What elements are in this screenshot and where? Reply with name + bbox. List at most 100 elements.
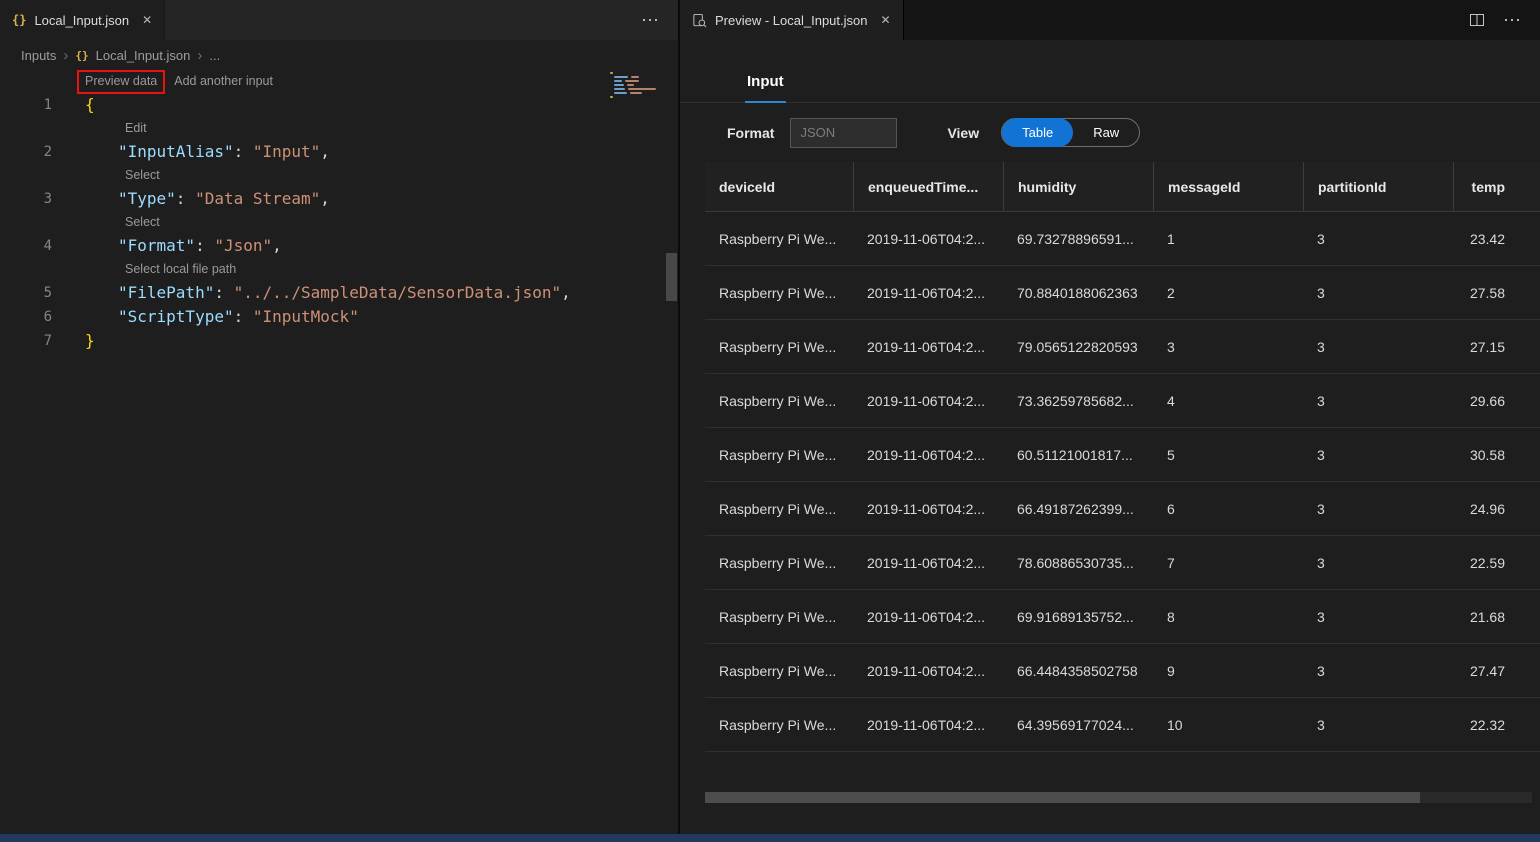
codelens-content: Select local file path bbox=[52, 258, 236, 281]
codelens-edit-link[interactable]: Edit bbox=[125, 121, 147, 135]
column-header-partitionId[interactable]: partitionId bbox=[1303, 162, 1453, 211]
left-tab-bar: {} Local_Input.json ✕ ⋯ bbox=[0, 0, 678, 40]
cell-humidity: 73.36259785682... bbox=[1003, 374, 1153, 427]
cell-messageId: 8 bbox=[1153, 590, 1303, 643]
vertical-scrollbar[interactable] bbox=[665, 70, 678, 834]
column-header-deviceId[interactable]: deviceId bbox=[705, 162, 853, 211]
cell-enqueuedTime: 2019-11-06T04:2... bbox=[853, 320, 1003, 373]
code-line[interactable]: 5 "FilePath": "../../SampleData/SensorDa… bbox=[0, 281, 678, 305]
close-icon[interactable]: ✕ bbox=[880, 13, 890, 27]
codelens-add-input-link[interactable]: Add another input bbox=[174, 74, 273, 88]
chevron-right-icon: › bbox=[63, 47, 68, 64]
minimap-mark bbox=[614, 84, 624, 86]
split-editor-icon[interactable] bbox=[1469, 12, 1485, 28]
status-bar bbox=[0, 834, 1540, 842]
cell-deviceId: Raspberry Pi We... bbox=[705, 482, 853, 535]
raw-view-button[interactable]: Raw bbox=[1073, 118, 1139, 147]
tab-local-input-json[interactable]: {} Local_Input.json ✕ bbox=[0, 0, 165, 40]
cell-partitionId: 3 bbox=[1303, 536, 1453, 589]
cell-temp: 29.66 bbox=[1453, 374, 1540, 427]
cell-temp: 23.42 bbox=[1453, 212, 1540, 265]
minimap-mark bbox=[614, 80, 622, 82]
cell-partitionId: 3 bbox=[1303, 644, 1453, 697]
breadcrumb-item-inputs[interactable]: Inputs bbox=[21, 48, 56, 63]
code-line[interactable]: 4 "Format": "Json", bbox=[0, 234, 678, 258]
column-header-enqueuedTime[interactable]: enqueuedTime... bbox=[853, 162, 1003, 211]
minimap[interactable] bbox=[606, 70, 664, 180]
code-line[interactable]: 3 "Type": "Data Stream", bbox=[0, 187, 678, 211]
table-row: Raspberry Pi We... 2019-11-06T04:2... 73… bbox=[705, 374, 1540, 428]
codelens-preview-data-link[interactable]: Preview data bbox=[85, 74, 157, 88]
view-toggle: Table Raw bbox=[1001, 118, 1140, 147]
minimap-mark bbox=[630, 92, 642, 94]
column-header-humidity[interactable]: humidity bbox=[1003, 162, 1153, 211]
code-token: : bbox=[234, 142, 253, 161]
table-row: Raspberry Pi We... 2019-11-06T04:2... 79… bbox=[705, 320, 1540, 374]
codelens-select-type-link[interactable]: Select bbox=[125, 168, 160, 182]
minimap-mark bbox=[625, 80, 639, 82]
table-view-button[interactable]: Table bbox=[1002, 118, 1073, 147]
tab-label: Local_Input.json bbox=[34, 13, 129, 28]
cell-deviceId: Raspberry Pi We... bbox=[705, 320, 853, 373]
cell-enqueuedTime: 2019-11-06T04:2... bbox=[853, 374, 1003, 427]
codelens-row: Select bbox=[0, 164, 678, 187]
json-file-icon: {} bbox=[12, 13, 26, 27]
cell-temp: 27.15 bbox=[1453, 320, 1540, 373]
code-line[interactable]: 2 "InputAlias": "Input", bbox=[0, 140, 678, 164]
code-token: : bbox=[234, 307, 253, 326]
json-file-icon: {} bbox=[75, 49, 88, 62]
minimap-mark bbox=[631, 76, 639, 78]
breadcrumb-item-file[interactable]: Local_Input.json bbox=[96, 48, 191, 63]
codelens-row: Preview data Add another input bbox=[0, 70, 678, 93]
column-header-messageId[interactable]: messageId bbox=[1153, 162, 1303, 211]
code-token: } bbox=[85, 331, 95, 350]
cell-messageId: 10 bbox=[1153, 698, 1303, 751]
cell-messageId: 1 bbox=[1153, 212, 1303, 265]
cell-partitionId: 3 bbox=[1303, 482, 1453, 535]
cell-enqueuedTime: 2019-11-06T04:2... bbox=[853, 482, 1003, 535]
preview-tab-actions: ⋯ bbox=[1469, 0, 1540, 40]
more-actions-icon[interactable]: ⋯ bbox=[1503, 10, 1522, 31]
codelens-select-format-link[interactable]: Select bbox=[125, 215, 160, 229]
chevron-right-icon: › bbox=[197, 47, 202, 64]
code-line[interactable]: 6 "ScriptType": "InputMock" bbox=[0, 305, 678, 329]
code-token: , bbox=[320, 189, 330, 208]
table-row: Raspberry Pi We... 2019-11-06T04:2... 69… bbox=[705, 212, 1540, 266]
cell-enqueuedTime: 2019-11-06T04:2... bbox=[853, 536, 1003, 589]
scrollbar-thumb[interactable] bbox=[705, 792, 1420, 803]
codelens-content: Select bbox=[52, 211, 160, 234]
column-header-temp[interactable]: temp bbox=[1453, 162, 1540, 211]
cell-temp: 24.96 bbox=[1453, 482, 1540, 535]
code-token: "ScriptType" bbox=[118, 307, 234, 326]
cell-humidity: 66.49187262399... bbox=[1003, 482, 1153, 535]
codelens-select-filepath-link[interactable]: Select local file path bbox=[125, 262, 236, 276]
tab-preview-local-input[interactable]: Preview - Local_Input.json ✕ bbox=[680, 0, 904, 40]
scrollbar-thumb[interactable] bbox=[666, 253, 677, 301]
horizontal-scrollbar[interactable] bbox=[705, 792, 1532, 803]
cell-temp: 21.68 bbox=[1453, 590, 1540, 643]
line-number: 1 bbox=[0, 93, 52, 117]
cell-deviceId: Raspberry Pi We... bbox=[705, 266, 853, 319]
code-content: { bbox=[52, 93, 95, 117]
code-token: "InputAlias" bbox=[118, 142, 234, 161]
format-input[interactable] bbox=[790, 118, 897, 148]
cell-humidity: 78.60886530735... bbox=[1003, 536, 1153, 589]
code-token: , bbox=[320, 142, 330, 161]
cell-messageId: 6 bbox=[1153, 482, 1303, 535]
more-actions-icon[interactable]: ⋯ bbox=[641, 10, 660, 31]
code-token: : bbox=[214, 283, 233, 302]
code-editor[interactable]: Preview data Add another input 1 { Edit 2… bbox=[0, 70, 678, 834]
cell-messageId: 5 bbox=[1153, 428, 1303, 481]
tab-input[interactable]: Input bbox=[745, 73, 786, 103]
cell-temp: 22.59 bbox=[1453, 536, 1540, 589]
code-line[interactable]: 7 } bbox=[0, 329, 678, 353]
minimap-mark bbox=[614, 92, 627, 94]
annotation-red-box: Preview data bbox=[77, 70, 165, 94]
code-line[interactable]: 1 { bbox=[0, 93, 678, 117]
breadcrumb-item-more[interactable]: ... bbox=[209, 48, 220, 63]
table-row: Raspberry Pi We... 2019-11-06T04:2... 66… bbox=[705, 644, 1540, 698]
cell-enqueuedTime: 2019-11-06T04:2... bbox=[853, 428, 1003, 481]
cell-deviceId: Raspberry Pi We... bbox=[705, 536, 853, 589]
close-icon[interactable]: ✕ bbox=[142, 13, 152, 27]
cell-partitionId: 3 bbox=[1303, 428, 1453, 481]
